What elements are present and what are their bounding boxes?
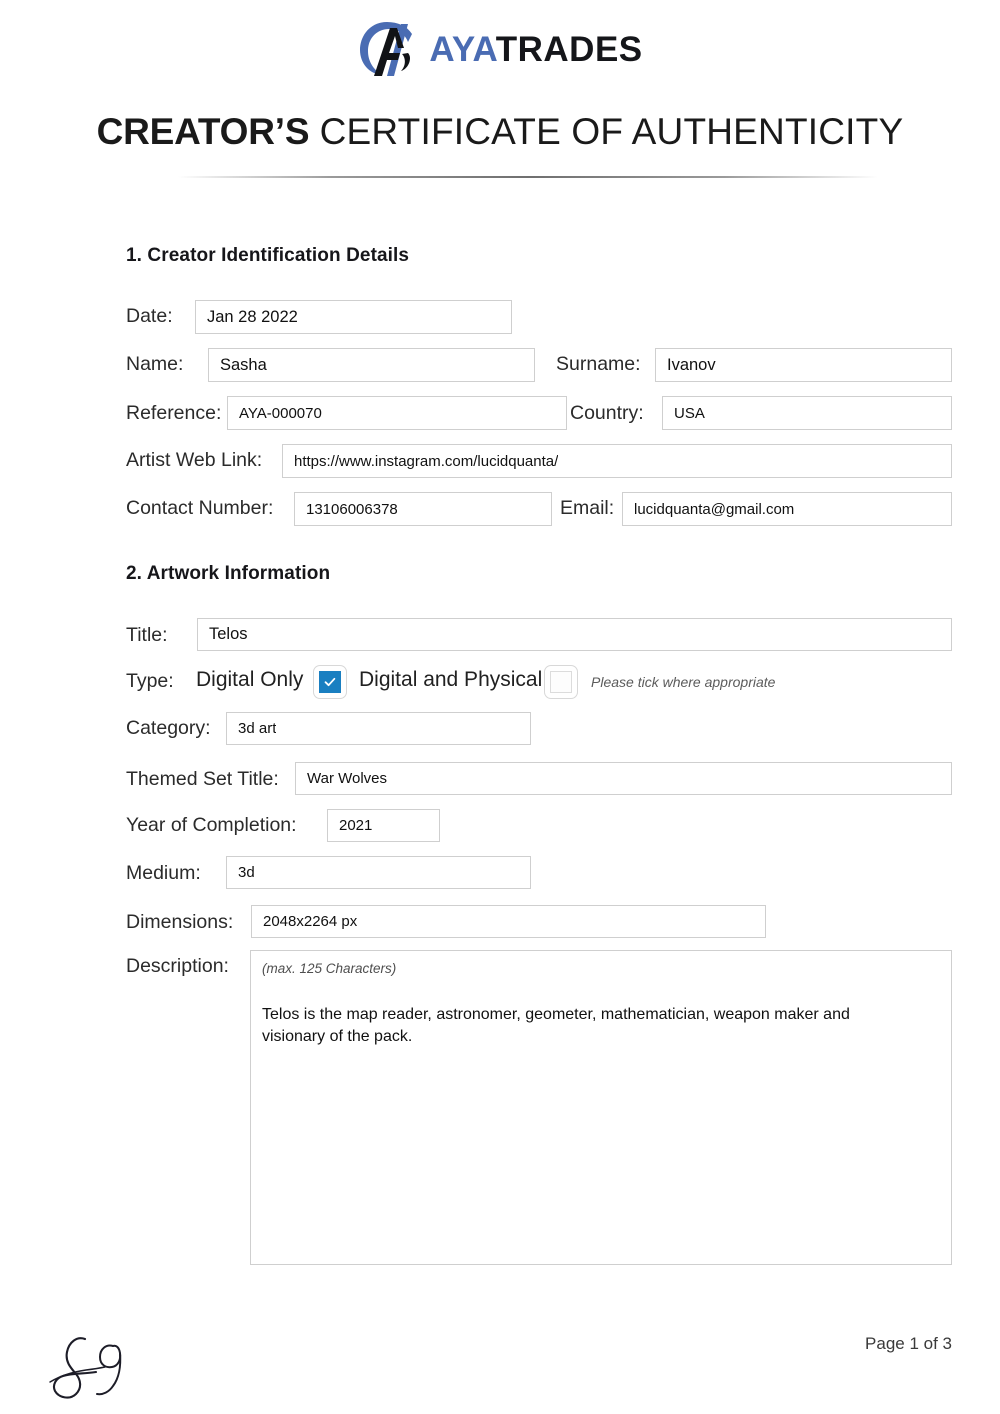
reference-field[interactable]: AYA-000070 [227,396,567,430]
email-value: lucidquanta@gmail.com [634,500,795,518]
year-of-completion-label: Year of Completion: [126,814,297,836]
name-value: Sasha [220,355,267,374]
name-label: Name: [126,353,184,375]
surname-field[interactable]: Ivanov [655,348,952,382]
description-label: Description: [126,955,229,977]
checkbox-digital-and-physical[interactable] [544,665,578,699]
themed-set-title-value: War Wolves [307,770,388,787]
medium-field[interactable]: 3d [226,856,531,889]
dimensions-label: Dimensions: [126,911,234,933]
date-value: Jan 28 2022 [207,307,298,326]
description-value: Telos is the map reader, astronomer, geo… [262,1006,850,1045]
title-label: Title: [126,624,168,646]
artwork-title-value: Telos [209,625,248,643]
type-option-digital-only-label: Digital Only [196,668,304,691]
page-title-light: CERTIFICATE OF AUTHENTICITY [319,111,904,152]
title-divider [178,176,878,178]
dimensions-value: 2048x2264 px [263,913,358,930]
email-field[interactable]: lucidquanta@gmail.com [622,492,952,526]
section-heading-artwork-information: 2. Artwork Information [126,563,331,584]
page-title: CREATOR’S CERTIFICATE OF AUTHENTICITY [0,111,1000,152]
artist-web-link-field[interactable]: https://www.instagram.com/lucidquanta/ [282,444,952,478]
section-heading-creator-identification: 1. Creator Identification Details [126,245,410,266]
page-title-strong: CREATOR’S [96,111,310,152]
surname-value: Ivanov [667,355,716,374]
themed-set-title-label: Themed Set Title: [126,768,279,790]
contact-number-value: 13106006378 [306,500,398,518]
reference-label: Reference: [126,402,222,424]
email-label: Email: [560,497,615,519]
description-hint: (max. 125 Characters) [262,961,397,976]
checkbox-digital-and-physical-fill [550,671,572,693]
year-of-completion-field[interactable]: 2021 [327,809,440,842]
medium-label: Medium: [126,862,201,884]
country-value: USA [674,404,705,422]
date-field[interactable]: Jan 28 2022 [195,300,512,334]
contact-number-field[interactable]: 13106006378 [294,492,552,526]
type-option-digital-and-physical-label: Digital and Physical [359,668,543,691]
name-field[interactable]: Sasha [208,348,535,382]
themed-set-title-field[interactable]: War Wolves [295,762,952,795]
artist-web-link-value: https://www.instagram.com/lucidquanta/ [294,452,559,470]
artwork-title-field[interactable]: Telos [197,618,952,651]
year-of-completion-value: 2021 [339,817,373,834]
dimensions-field[interactable]: 2048x2264 px [251,905,766,938]
page-number: Page 1 of 3 [865,1334,952,1353]
reference-value: AYA-000070 [239,404,322,422]
brand-logo: AYATRADES [0,18,1000,80]
type-label: Type: [126,670,174,692]
brand-name-trades: TRADES [495,29,643,69]
date-label: Date: [126,305,173,327]
description-field[interactable]: (max. 125 Characters) Telos is the map r… [250,950,952,1265]
country-field[interactable]: USA [662,396,952,430]
country-label: Country: [570,402,644,424]
artist-web-link-label: Artist Web Link: [126,449,263,471]
brand-wordmark: AYATRADES [429,32,642,67]
brand-name-aya: AYA [429,29,496,69]
checkbox-digital-only[interactable] [313,665,347,699]
surname-label: Surname: [556,353,641,375]
category-value: 3d art [238,720,277,737]
check-icon [324,677,336,687]
type-hint-text: Please tick where appropriate [591,674,776,690]
checkbox-digital-only-fill [319,671,341,693]
medium-value: 3d [238,864,255,881]
aya-monogram-icon [360,22,413,76]
contact-number-label: Contact Number: [126,497,274,519]
category-label: Category: [126,717,211,739]
handwritten-signature-si [49,1337,122,1399]
category-field[interactable]: 3d art [226,712,531,745]
